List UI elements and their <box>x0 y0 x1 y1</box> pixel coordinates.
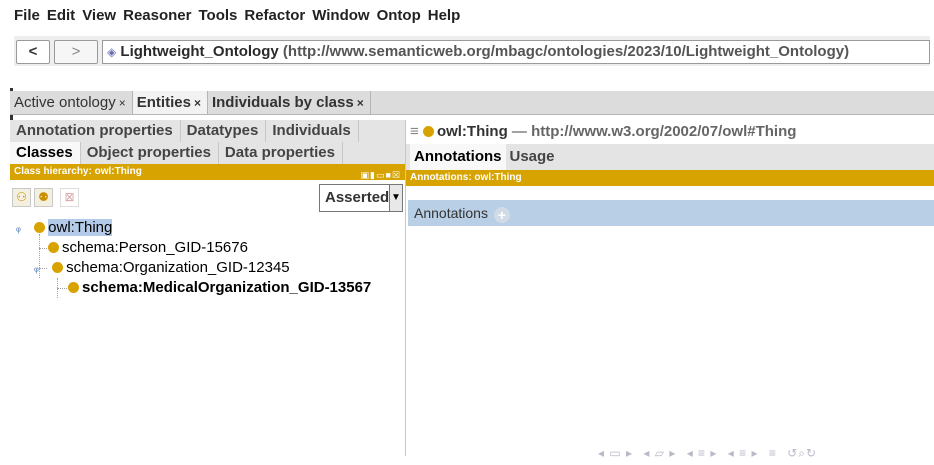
add-icon[interactable]: + <box>493 207 510 223</box>
tab-label: Individuals by class <box>211 94 354 111</box>
chevron-down-icon[interactable]: ▼ <box>389 184 403 212</box>
tree-node-label: schema:Organization_GID-12345 <box>66 259 290 276</box>
ontology-icon: ◈ <box>107 45 117 59</box>
tab-annotations[interactable]: Annotations <box>410 144 506 170</box>
menu-icon[interactable]: ≡ <box>410 123 419 140</box>
nav-part-icon[interactable]: ◂ ≡ ▸ <box>728 446 759 460</box>
tab-usage[interactable]: Usage <box>506 144 559 170</box>
tree-connector <box>57 288 67 289</box>
expand-icon[interactable]: ᵩ <box>34 258 39 278</box>
annotations-section: Annotations + <box>408 200 934 226</box>
tab-entities[interactable]: Entities × <box>132 91 208 114</box>
expand-icon[interactable]: ᵩ <box>16 218 21 238</box>
active-ontology-selector[interactable]: ◈ Lightweight_Ontology (http://www.seman… <box>102 40 930 64</box>
tab-active-ontology[interactable]: Active ontology × <box>10 91 133 114</box>
tree-node-label: schema:Person_GID-15676 <box>62 239 248 256</box>
hierarchy-toolbar: ⚇ ⚉ ⊠ Asserted ▼ <box>10 180 405 216</box>
annotations-label: Annotations <box>414 205 488 221</box>
class-icon <box>34 222 46 233</box>
menu-file[interactable]: File <box>14 6 40 26</box>
class-hierarchy-header: Class hierarchy: owl:Thing ▣▮▭■☒ <box>10 164 405 180</box>
class-hierarchy-pane: Annotation properties Datatypes Individu… <box>10 120 406 456</box>
tree-connector <box>39 248 47 249</box>
forward-button[interactable]: > <box>54 40 98 64</box>
menu-refactor[interactable]: Refactor <box>244 6 305 26</box>
menu-reasoner[interactable]: Reasoner <box>123 6 191 26</box>
nav-search-icon[interactable]: ↺⌕↻ <box>787 446 817 460</box>
tab-label: Entities <box>136 94 191 111</box>
tab-annotation-properties[interactable]: Annotation properties <box>10 120 181 142</box>
class-icon <box>422 126 434 137</box>
close-icon[interactable]: × <box>119 96 126 110</box>
menu-ontop[interactable]: Ontop <box>377 6 421 26</box>
hierarchy-mode-value: Asserted <box>325 189 390 206</box>
tab-individuals[interactable]: Individuals <box>266 120 359 142</box>
tab-classes[interactable]: Classes <box>10 142 81 164</box>
tree-node-label: schema:MedicalOrganization_GID-13567 <box>82 279 372 296</box>
view-tabs: Annotation properties Datatypes Individu… <box>10 120 405 164</box>
tree-node-owl-thing[interactable]: ᵩ owl:Thing <box>16 218 113 238</box>
back-button[interactable]: < <box>16 40 50 64</box>
add-subclass-icon[interactable]: ⚇ <box>12 188 31 207</box>
entity-separator: — <box>511 123 527 140</box>
class-hierarchy-title: Class hierarchy: owl:Thing <box>14 166 142 177</box>
slide-navigation: ◂ ▭ ▸ ◂ ▱ ▸ ◂ ≡ ▸ ◂ ≡ ▸ ≡ ↺⌕↻ <box>598 446 823 461</box>
protege-window: File Edit View Reasoner Tools Refactor W… <box>10 0 934 456</box>
class-tree: ᵩ owl:Thing schema:Person_GID-15676 ᵩ sc… <box>10 216 405 456</box>
entity-iri: http://www.w3.org/2002/07/owl#Thing <box>531 123 797 140</box>
hierarchy-mode-select[interactable]: Asserted <box>319 184 391 212</box>
tab-datatypes[interactable]: Datatypes <box>181 120 267 142</box>
menu-view[interactable]: View <box>82 6 116 26</box>
entity-description-pane: ≡ owl:Thing — http://www.w3.org/2002/07/… <box>406 120 934 456</box>
entity-name: owl:Thing <box>436 123 508 140</box>
ontology-address-bar: < > ◈ Lightweight_Ontology (http://www.s… <box>14 36 930 66</box>
tab-individuals-by-class[interactable]: Individuals by class × <box>208 91 371 114</box>
ontology-name: Lightweight_Ontology <box>120 43 279 60</box>
workspace-tabs: Active ontology × Entities × Individuals b… <box>10 91 934 115</box>
class-icon <box>48 242 59 253</box>
close-icon[interactable]: × <box>357 96 364 110</box>
add-sibling-icon[interactable]: ⚉ <box>34 188 53 207</box>
annotations-header: Annotations: owl:Thing <box>406 170 934 186</box>
menu-window[interactable]: Window <box>312 6 369 26</box>
delete-class-icon[interactable]: ⊠ <box>60 188 79 207</box>
menu-tools[interactable]: Tools <box>198 6 237 26</box>
menu-edit[interactable]: Edit <box>47 6 75 26</box>
menu-help[interactable]: Help <box>428 6 461 26</box>
tree-node-organization[interactable]: ᵩ schema:Organization_GID-12345 <box>34 258 290 278</box>
entity-title-bar: ≡ owl:Thing — http://www.w3.org/2002/07/… <box>406 120 934 144</box>
close-icon[interactable]: × <box>194 96 201 110</box>
class-icon <box>52 262 64 273</box>
nav-subsection-icon[interactable]: ◂ ▱ ▸ <box>643 446 676 460</box>
menu-bar: File Edit View Reasoner Tools Refactor W… <box>14 6 460 26</box>
tab-object-properties[interactable]: Object properties <box>81 142 219 164</box>
tab-label: Active ontology <box>14 94 116 111</box>
tree-node-label: owl:Thing <box>48 219 113 236</box>
class-icon <box>68 282 79 293</box>
tree-node-person[interactable]: schema:Person_GID-15676 <box>48 238 248 258</box>
entity-tabs: Annotations Usage <box>406 144 934 170</box>
tree-node-medical-organization[interactable]: schema:MedicalOrganization_GID-13567 <box>68 278 371 298</box>
nav-align-icon[interactable]: ≡ <box>769 446 777 460</box>
tab-data-properties[interactable]: Data properties <box>219 142 343 164</box>
nav-frame-icon[interactable]: ◂ ▭ ▸ <box>598 446 633 460</box>
nav-section-icon[interactable]: ◂ ≡ ▸ <box>687 446 718 460</box>
ontology-iri: (http://www.semanticweb.org/mbagc/ontolo… <box>282 43 850 60</box>
